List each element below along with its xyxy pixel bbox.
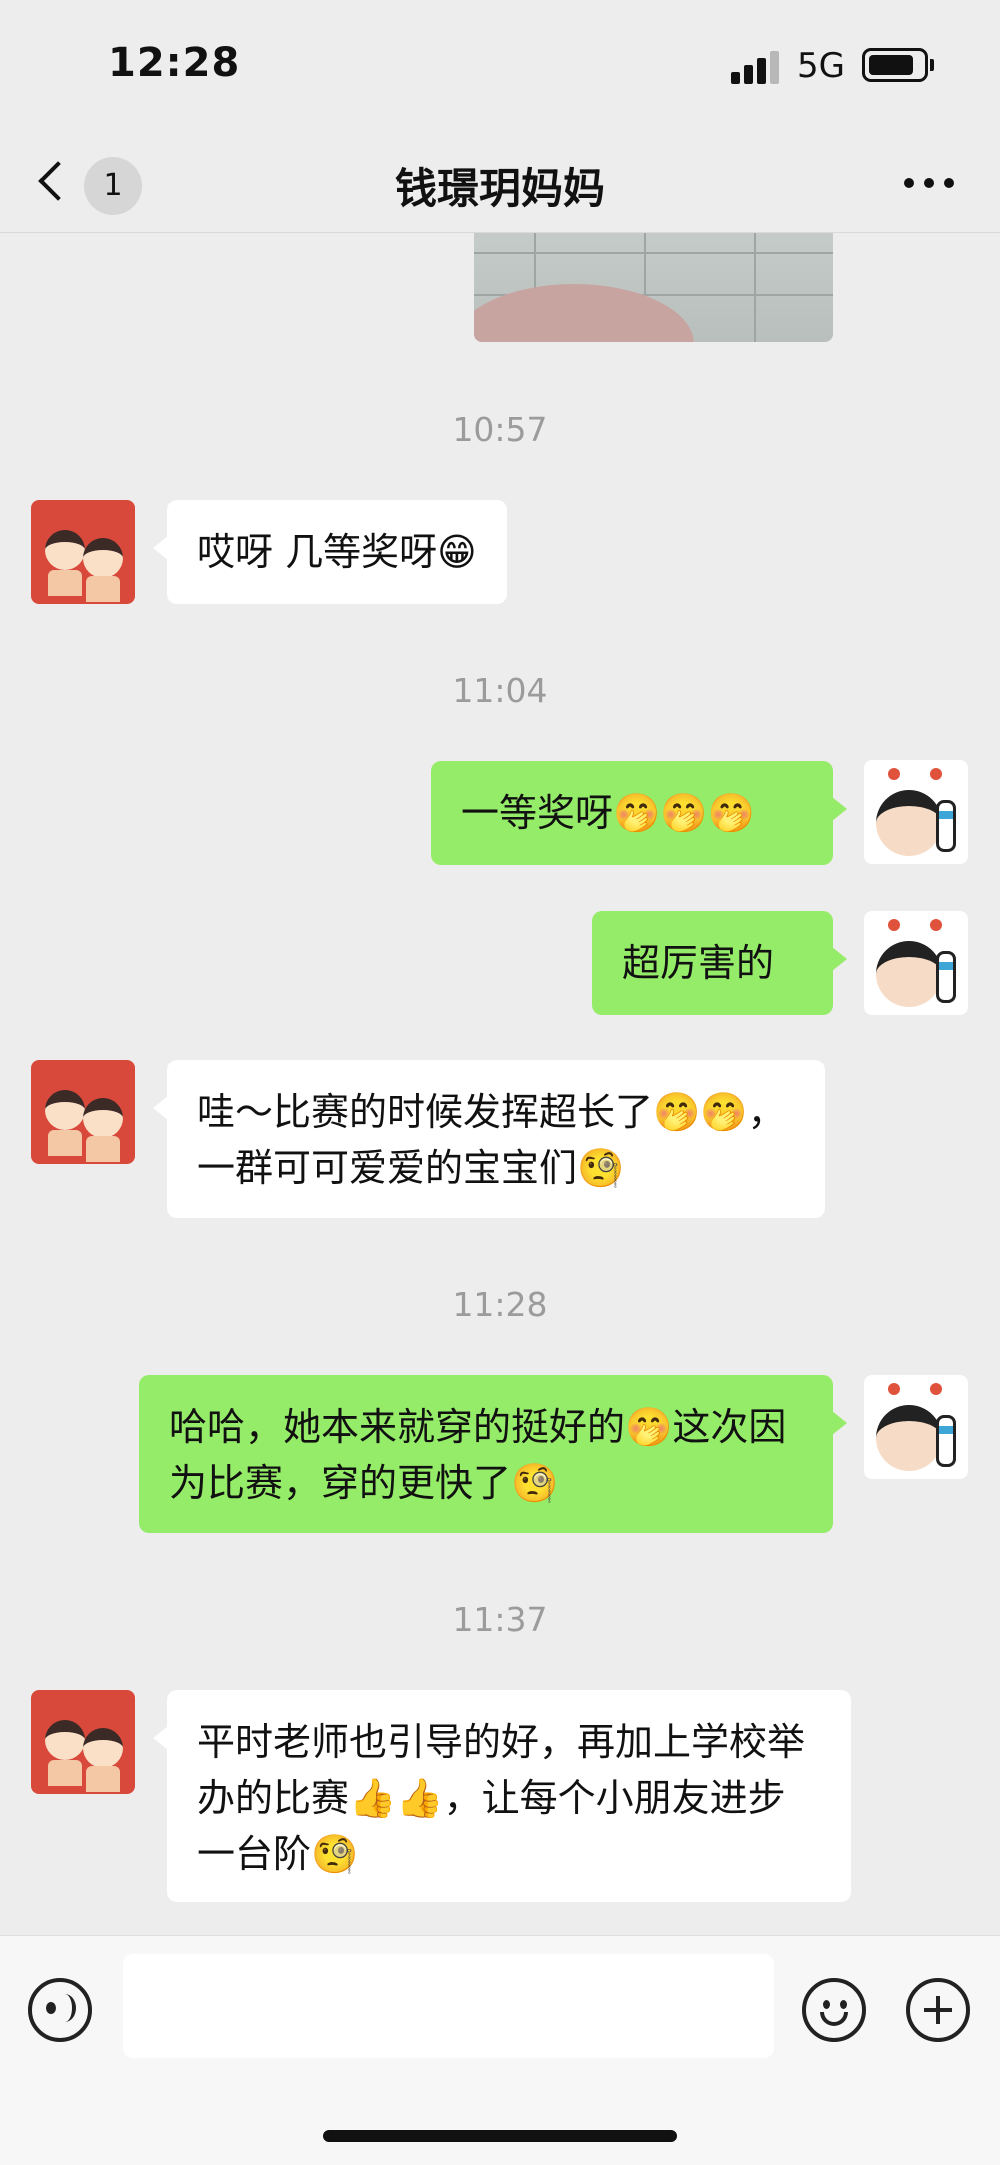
emoji-icon[interactable] bbox=[802, 1978, 866, 2042]
contact-avatar[interactable] bbox=[31, 500, 135, 604]
message-bubble-incoming[interactable]: 平时老师也引导的好，再加上学校举办的比赛👍👍，让每个小朋友进步一台阶🧐 bbox=[153, 1690, 851, 1902]
timestamp: 11:04 bbox=[452, 671, 548, 710]
message-text: 一等奖呀🤭🤭🤭 bbox=[461, 791, 755, 835]
message-text: 哈哈，她本来就穿的挺好的🤭这次因为比赛，穿的更快了🧐 bbox=[169, 1405, 787, 1505]
chat-header: 1 钱璟玥妈妈 bbox=[0, 135, 1000, 233]
plus-icon[interactable] bbox=[906, 1978, 970, 2042]
contact-avatar[interactable] bbox=[31, 1690, 135, 1794]
message-bubble-outgoing[interactable]: 一等奖呀🤭🤭🤭 bbox=[431, 761, 847, 865]
self-avatar[interactable] bbox=[864, 1375, 968, 1479]
message-bubble-outgoing[interactable]: 超厉害的 bbox=[592, 911, 847, 1015]
self-avatar[interactable] bbox=[864, 911, 968, 1015]
signal-icon bbox=[731, 50, 783, 84]
message-bubble-outgoing[interactable]: 哈哈，她本来就穿的挺好的🤭这次因为比赛，穿的更快了🧐 bbox=[139, 1375, 847, 1533]
more-icon[interactable] bbox=[900, 173, 960, 193]
message-text: 哇～比赛的时候发挥超长了🤭🤭，一群可可爱爱的宝宝们🧐 bbox=[197, 1090, 786, 1190]
message-input[interactable] bbox=[123, 1954, 774, 2058]
image-message[interactable] bbox=[474, 232, 833, 342]
status-time: 12:28 bbox=[108, 40, 241, 86]
network-type: 5G bbox=[797, 46, 845, 86]
timestamp: 11:28 bbox=[452, 1285, 548, 1324]
message-text: 哎呀 几等奖呀😁 bbox=[197, 530, 477, 574]
chat-title: 钱璟玥妈妈 bbox=[394, 164, 605, 213]
status-bar: 12:28 5G bbox=[0, 0, 1000, 135]
message-text: 超厉害的 bbox=[622, 941, 775, 985]
timestamp: 10:57 bbox=[452, 410, 548, 449]
timestamp: 11:37 bbox=[452, 1600, 548, 1639]
message-bubble-incoming[interactable]: 哇～比赛的时候发挥超长了🤭🤭，一群可可爱爱的宝宝们🧐 bbox=[153, 1060, 825, 1218]
battery-cap bbox=[930, 59, 934, 71]
self-avatar[interactable] bbox=[864, 760, 968, 864]
battery-icon bbox=[862, 48, 928, 82]
message-text: 平时老师也引导的好，再加上学校举办的比赛👍👍，让每个小朋友进步一台阶🧐 bbox=[197, 1720, 806, 1876]
home-indicator bbox=[323, 2130, 677, 2142]
contact-avatar[interactable] bbox=[31, 1060, 135, 1164]
message-bubble-incoming[interactable]: 哎呀 几等奖呀😁 bbox=[153, 500, 507, 604]
voice-icon[interactable] bbox=[28, 1978, 92, 2042]
